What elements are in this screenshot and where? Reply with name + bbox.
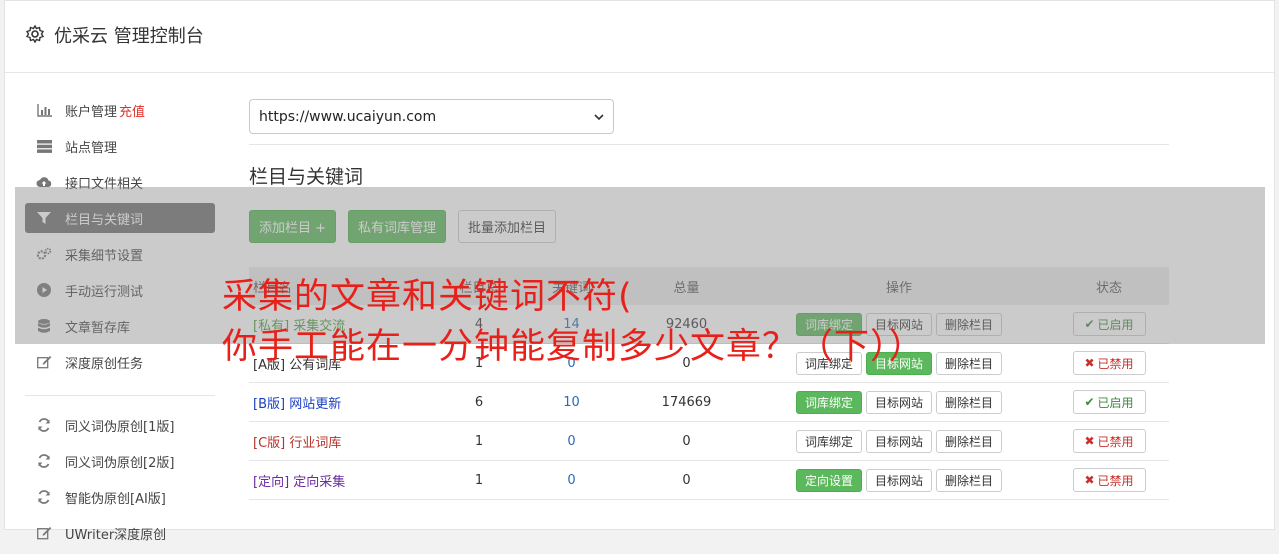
state-cell: ✖ 已禁用	[1049, 429, 1169, 453]
column-name: 定向采集	[293, 474, 346, 490]
table-row: [B版] 网站更新 6 10 174669 词库绑定 目标网站 删除栏目 ✔ 已启用	[249, 383, 1169, 422]
column-name-cell[interactable]: [B版] 网站更新	[249, 393, 439, 412]
refresh-icon	[36, 417, 52, 433]
chevron-down-icon	[594, 113, 604, 120]
edit-icon	[36, 525, 52, 541]
target-site-button[interactable]: 目标网站	[865, 390, 932, 414]
overlay-line-2: 你手工能在一分钟能复制多少文章？（下））	[222, 327, 925, 367]
sidebar-item-account[interactable]: 账户管理 充值	[25, 95, 215, 125]
state-cell: ✔ 已启用	[1049, 390, 1169, 414]
sidebar-item-label: 深度原创任务	[65, 356, 144, 372]
divider	[249, 144, 1169, 145]
overlay-headline: 采集的文章和关键词不符( 你手工能在一分钟能复制多少文章？（下））	[222, 272, 1122, 372]
delete-column-button[interactable]: 删除栏目	[936, 429, 1003, 453]
delete-column-button[interactable]: 删除栏目	[936, 468, 1003, 492]
cell-c: 0	[682, 433, 691, 449]
state-cell: ✖ 已禁用	[1049, 468, 1169, 492]
column-name: 行业词库	[289, 435, 342, 451]
gear-icon	[25, 24, 45, 44]
lib-bind-button[interactable]: 词库绑定	[795, 429, 862, 453]
column-tag: [定向]	[253, 474, 290, 490]
ops-cell: 词库绑定 目标网站 删除栏目	[749, 390, 1049, 414]
cell-b[interactable]: 10	[519, 395, 624, 410]
bar-chart-icon	[36, 102, 52, 118]
status-label: 已启用	[1097, 395, 1134, 410]
sidebar-item-label: 智能伪原创[AI版]	[65, 491, 166, 507]
refresh-icon	[36, 453, 52, 469]
check-icon: ✔	[1084, 395, 1095, 409]
close-icon: ✖	[1084, 473, 1095, 487]
status-label: 已禁用	[1097, 434, 1134, 449]
cell-c: 174669	[661, 394, 712, 410]
delete-column-button[interactable]: 删除栏目	[936, 390, 1003, 414]
lib-bind-button[interactable]: 词库绑定	[795, 390, 862, 414]
sidebar-item-label: 站点管理	[65, 140, 118, 156]
table-row: [C版] 行业词库 1 0 0 词库绑定 目标网站 删除栏目 ✖ 已禁用	[249, 422, 1169, 461]
sidebar-item-label: 同义词伪原创[2版]	[65, 455, 175, 471]
status-toggle[interactable]: ✖ 已禁用	[1072, 468, 1146, 492]
header: 优采云 管理控制台	[5, 1, 1274, 73]
cell-b[interactable]: 0	[519, 434, 624, 449]
sidebar-item-synonym-v1[interactable]: 同义词伪原创[1版]	[25, 410, 215, 440]
cell-b[interactable]: 0	[519, 473, 624, 488]
close-icon: ✖	[1084, 434, 1095, 448]
section-title: 栏目与关键词	[249, 166, 364, 188]
sidebar-item-deep-original[interactable]: 深度原创任务	[25, 347, 215, 377]
lib-bind-button[interactable]: 定向设置	[795, 468, 862, 492]
sidebar-item-sites[interactable]: 站点管理	[25, 131, 215, 161]
site-select-value: https://www.ucaiyun.com	[259, 108, 437, 125]
cell-a: 1	[474, 472, 484, 488]
sidebar-item-label: 同义词伪原创[1版]	[65, 419, 175, 435]
sidebar-item-synonym-v2[interactable]: 同义词伪原创[2版]	[25, 446, 215, 476]
target-site-button[interactable]: 目标网站	[865, 468, 932, 492]
refresh-icon	[36, 489, 52, 505]
column-name-cell[interactable]: [C版] 行业词库	[249, 432, 439, 451]
edit-icon	[36, 354, 52, 370]
column-tag: [B版]	[253, 396, 286, 412]
sidebar-item-label: 账户管理	[65, 104, 118, 120]
ops-cell: 词库绑定 目标网站 删除栏目	[749, 429, 1049, 453]
cell-c: 0	[682, 472, 691, 488]
sidebar-item-ai-pseudo[interactable]: 智能伪原创[AI版]	[25, 482, 215, 512]
site-select[interactable]: https://www.ucaiyun.com	[249, 99, 614, 134]
recharge-link[interactable]: 充值	[119, 101, 145, 120]
column-name-cell[interactable]: [定向] 定向采集	[249, 471, 439, 490]
cell-a: 1	[474, 433, 484, 449]
cell-a: 6	[474, 394, 484, 410]
status-toggle[interactable]: ✖ 已禁用	[1072, 429, 1146, 453]
status-toggle[interactable]: ✔ 已启用	[1072, 390, 1146, 414]
sidebar-divider	[25, 395, 215, 396]
sidebar-item-label: UWriter深度原创	[65, 527, 167, 543]
status-label: 已禁用	[1097, 473, 1134, 488]
server-icon	[36, 138, 52, 154]
table-row: [定向] 定向采集 1 0 0 定向设置 目标网站 删除栏目 ✖ 已禁用	[249, 461, 1169, 500]
page-title: 优采云 管理控制台	[54, 26, 204, 47]
overlay-line-1: 采集的文章和关键词不符(	[222, 277, 633, 317]
sidebar-item-uwriter[interactable]: UWriter深度原创	[25, 518, 215, 548]
column-name: 网站更新	[289, 396, 342, 412]
column-tag: [C版]	[253, 435, 286, 451]
target-site-button[interactable]: 目标网站	[865, 429, 932, 453]
ops-cell: 定向设置 目标网站 删除栏目	[749, 468, 1049, 492]
